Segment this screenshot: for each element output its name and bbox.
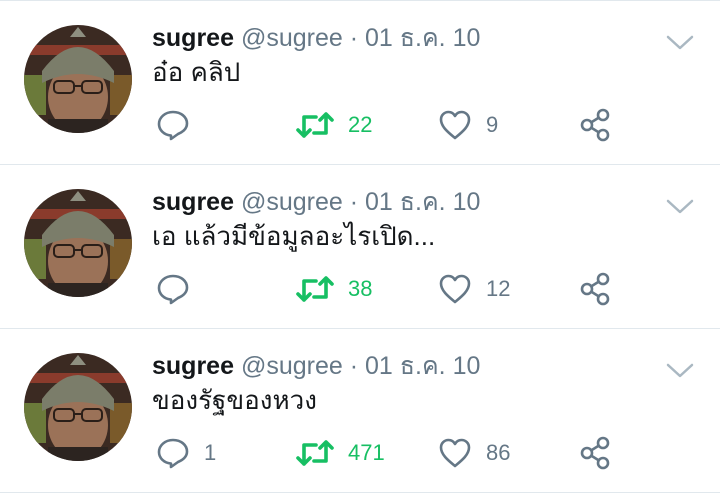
retweet-icon xyxy=(296,112,334,138)
display-name[interactable]: sugree xyxy=(152,352,234,380)
heart-icon xyxy=(439,110,471,140)
chevron-down-icon[interactable] xyxy=(664,33,696,53)
share-button[interactable] xyxy=(578,433,612,473)
like-count: 12 xyxy=(486,276,511,301)
retweet-button[interactable]: 38 xyxy=(296,269,372,309)
heart-icon xyxy=(439,438,471,468)
user-handle[interactable]: @sugree xyxy=(241,188,343,216)
separator-dot: · xyxy=(349,352,359,380)
tweet-card[interactable]: sugree @sugree · 01 ธ.ค. 10 อ๋อ คลิป 22 xyxy=(0,1,720,165)
share-icon xyxy=(580,108,610,142)
user-handle[interactable]: @sugree xyxy=(241,24,343,52)
tweet-date[interactable]: 01 ธ.ค. 10 xyxy=(365,352,480,380)
tweet-date[interactable]: 01 ธ.ค. 10 xyxy=(365,188,480,216)
chevron-down-icon[interactable] xyxy=(664,197,696,217)
tweet-date[interactable]: 01 ธ.ค. 10 xyxy=(365,24,480,52)
like-button[interactable]: 12 xyxy=(438,269,510,309)
separator-dot: · xyxy=(349,188,359,216)
reply-icon xyxy=(157,438,189,469)
retweet-count: 38 xyxy=(348,276,373,301)
tweet-header: sugree @sugree · 01 ธ.ค. 10 xyxy=(152,187,480,217)
user-handle[interactable]: @sugree xyxy=(241,352,343,380)
reply-button[interactable]: 1 xyxy=(156,433,216,473)
tweet-card[interactable]: sugree @sugree · 01 ธ.ค. 10 เอ แล้วมีข้อ… xyxy=(0,165,720,329)
reply-button[interactable] xyxy=(156,269,204,309)
tweet-header: sugree @sugree · 01 ธ.ค. 10 xyxy=(152,23,480,53)
retweet-count: 471 xyxy=(348,440,385,465)
retweet-button[interactable]: 22 xyxy=(296,105,372,145)
reply-count: 1 xyxy=(204,440,217,465)
share-icon xyxy=(580,272,610,306)
like-button[interactable]: 86 xyxy=(438,433,510,473)
retweet-button[interactable]: 471 xyxy=(296,433,385,473)
avatar[interactable] xyxy=(24,189,132,297)
reply-button[interactable] xyxy=(156,105,204,145)
separator-dot: · xyxy=(349,24,359,52)
like-count: 86 xyxy=(486,440,511,465)
reply-icon xyxy=(157,110,189,141)
heart-icon xyxy=(439,274,471,304)
avatar[interactable] xyxy=(24,353,132,461)
share-button[interactable] xyxy=(578,105,612,145)
display-name[interactable]: sugree xyxy=(152,188,234,216)
tweet-text: ของรัฐของหวง xyxy=(152,385,317,415)
reply-icon xyxy=(157,274,189,305)
tweet-text: เอ แล้วมีข้อมูลอะไรเปิด... xyxy=(152,221,436,251)
tweet-card[interactable]: sugree @sugree · 01 ธ.ค. 10 ของรัฐของหวง… xyxy=(0,329,720,493)
retweet-icon xyxy=(296,440,334,466)
avatar[interactable] xyxy=(24,25,132,133)
like-count: 9 xyxy=(486,112,499,137)
share-button[interactable] xyxy=(578,269,612,309)
timeline-feed: sugree @sugree · 01 ธ.ค. 10 อ๋อ คลิป 22 xyxy=(0,0,720,502)
display-name[interactable]: sugree xyxy=(152,24,234,52)
tweet-text: อ๋อ คลิป xyxy=(152,57,241,87)
like-button[interactable]: 9 xyxy=(438,105,498,145)
retweet-icon xyxy=(296,276,334,302)
retweet-count: 22 xyxy=(348,112,373,137)
chevron-down-icon[interactable] xyxy=(664,361,696,381)
tweet-header: sugree @sugree · 01 ธ.ค. 10 xyxy=(152,351,480,381)
share-icon xyxy=(580,436,610,470)
